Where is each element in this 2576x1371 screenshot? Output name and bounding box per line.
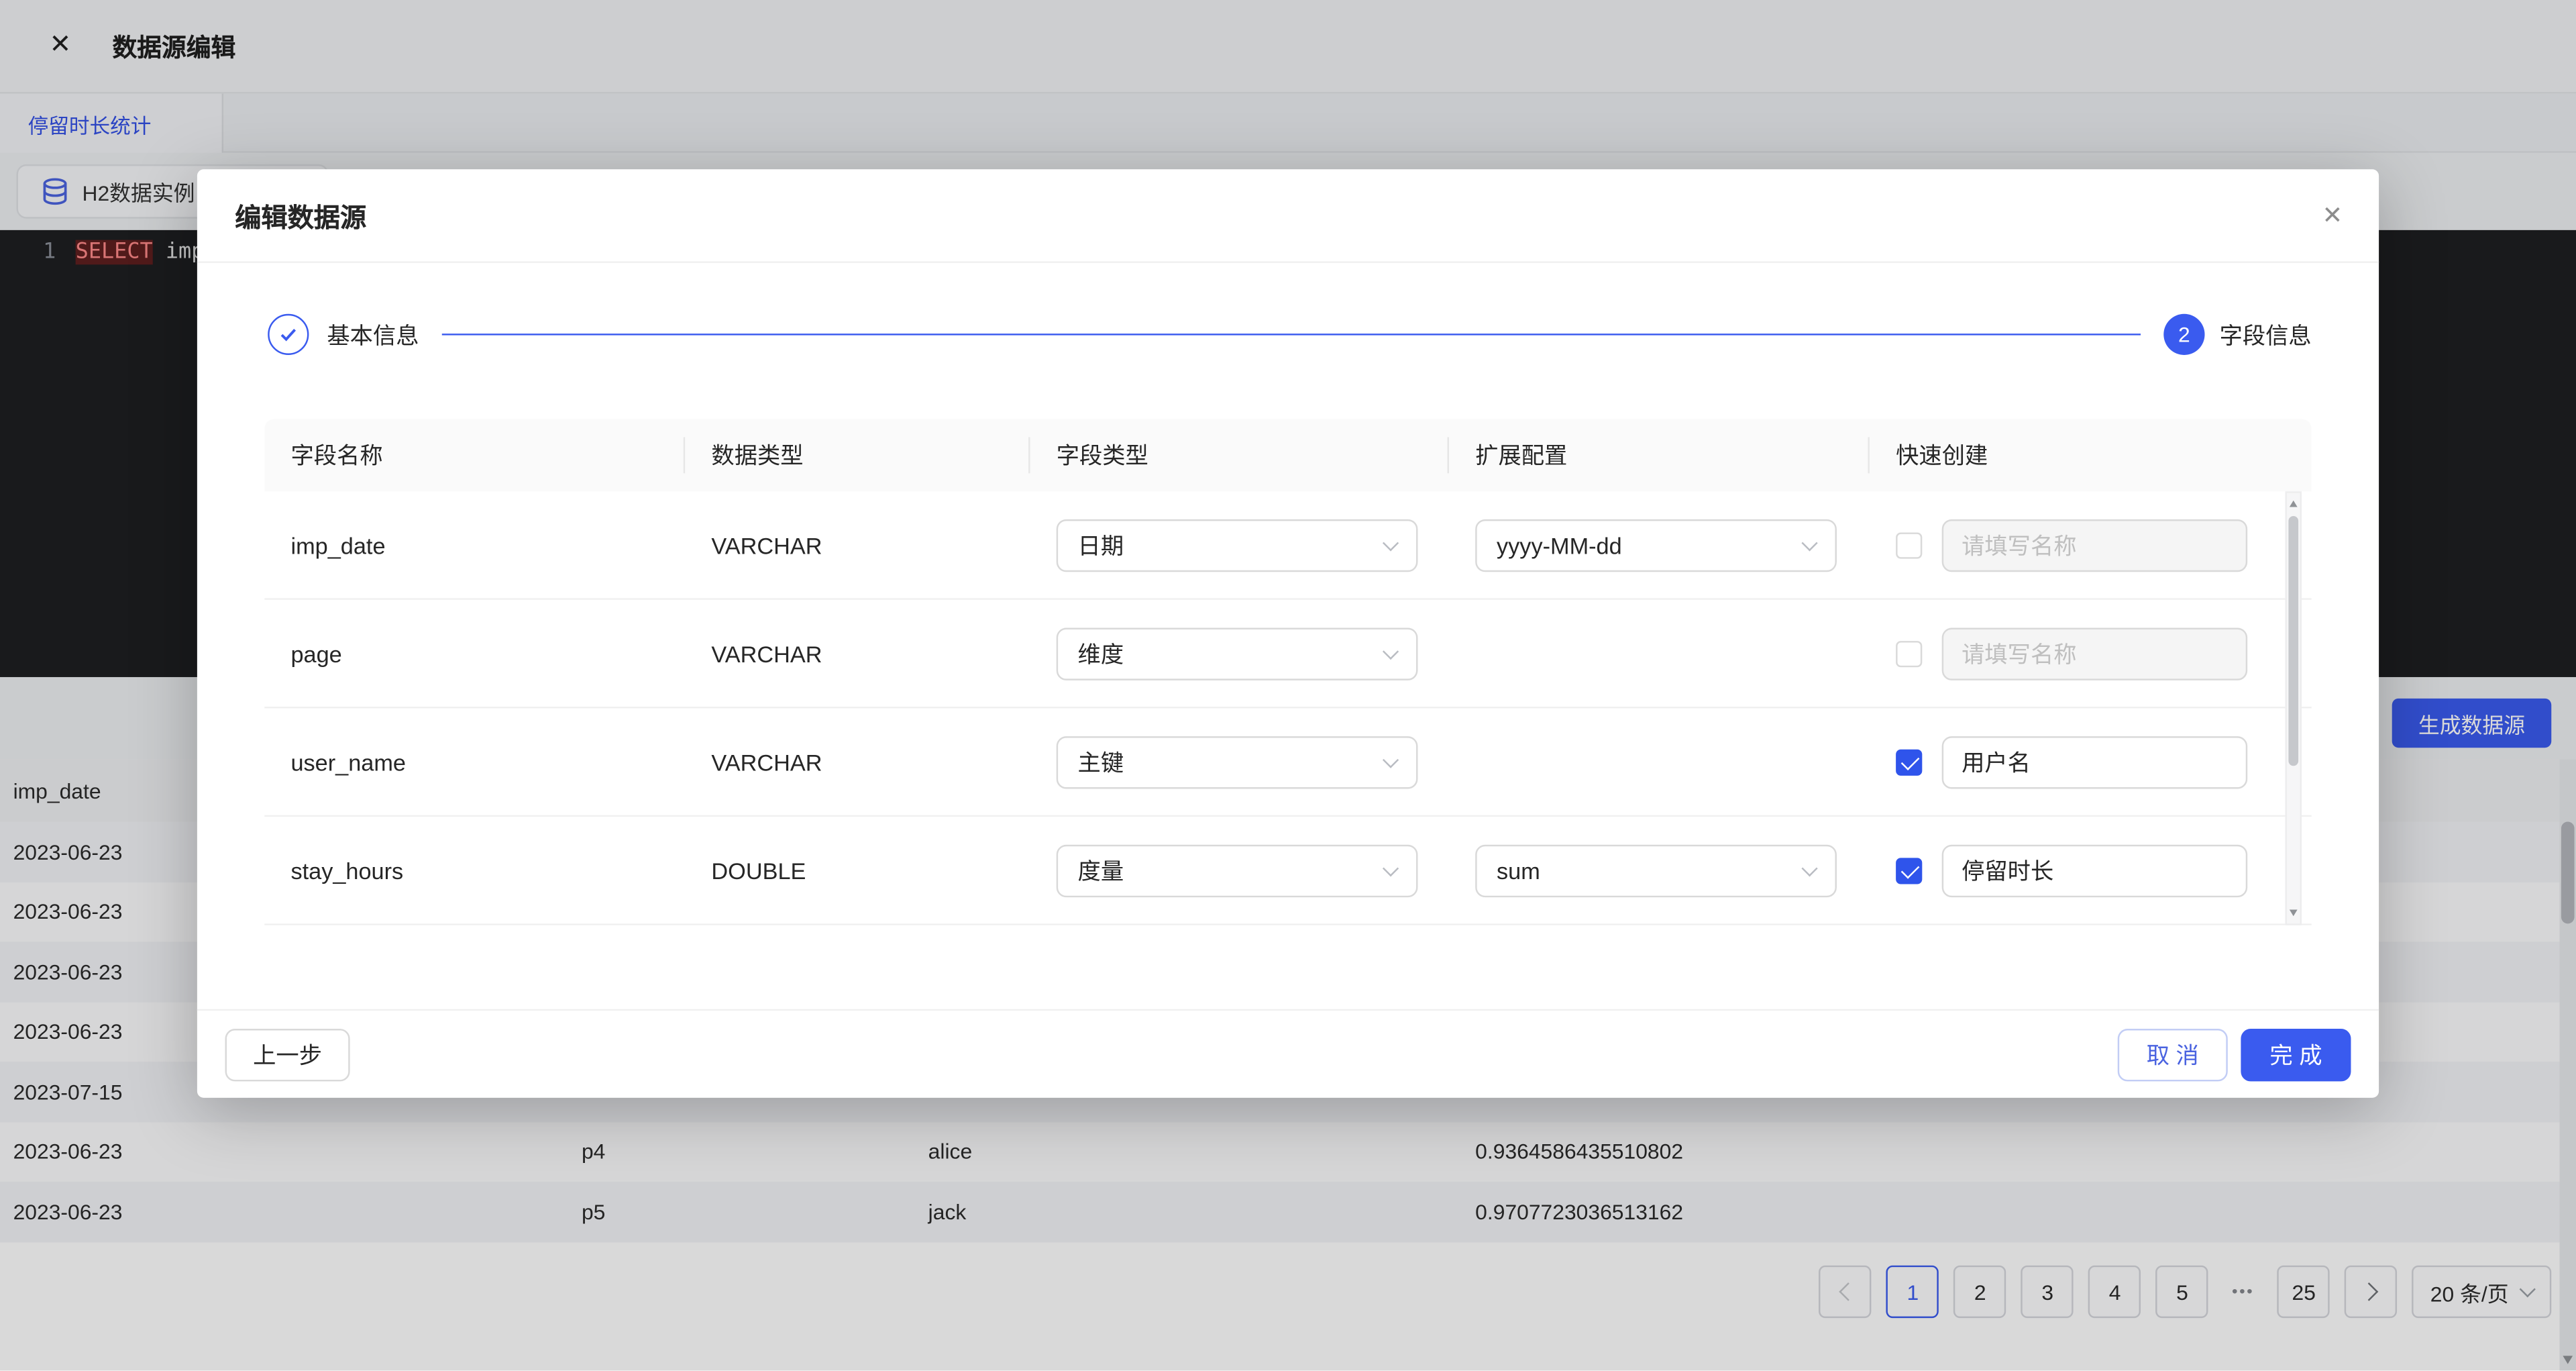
- step-connector-line: [442, 334, 2141, 335]
- ext-config-value: sum: [1497, 857, 1540, 883]
- chevron-down-icon: [1383, 751, 1399, 767]
- quick-name-input[interactable]: [1942, 519, 2248, 571]
- modal-footer: 上一步 取 消 完 成: [197, 1009, 2379, 1098]
- check-icon: [278, 323, 299, 345]
- chevron-down-icon: [1801, 860, 1817, 876]
- quick-create-checkbox[interactable]: [1896, 857, 1922, 883]
- step-title: 基本信息: [327, 318, 419, 351]
- field-row-user-name: user_name VARCHAR 主键: [264, 709, 2311, 817]
- close-icon[interactable]: ✕: [2322, 204, 2343, 229]
- field-type-select[interactable]: 日期: [1057, 519, 1418, 571]
- ext-config-select[interactable]: sum: [1475, 844, 1837, 897]
- column-header-quick-create: 快速创建: [1870, 419, 2312, 491]
- quick-name-input[interactable]: [1942, 844, 2248, 897]
- step-field-info[interactable]: 2 字段信息: [2163, 314, 2311, 355]
- field-type-value: 维度: [1078, 637, 1124, 670]
- step-finished-circle: [268, 314, 309, 355]
- chevron-down-icon: [1383, 643, 1399, 659]
- quick-name-input[interactable]: [1942, 735, 2248, 788]
- quick-name-input[interactable]: [1942, 627, 2248, 679]
- quick-create-checkbox[interactable]: [1896, 749, 1922, 775]
- screen: ✕ 数据源编辑 停留时长统计 H2数据实例 1 SELECT imp 生成数据源…: [0, 0, 2576, 1370]
- field-type-select[interactable]: 主键: [1057, 735, 1418, 788]
- table-scrollbar[interactable]: [2286, 491, 2302, 925]
- chevron-down-icon: [1383, 860, 1399, 876]
- step-number-circle: 2: [2163, 314, 2204, 355]
- data-type: VARCHAR: [685, 640, 1030, 666]
- field-table: 字段名称 数据类型 字段类型 扩展配置 快速创建 imp_date VARCHA…: [264, 419, 2311, 925]
- field-name: user_name: [264, 749, 685, 775]
- previous-step-button[interactable]: 上一步: [225, 1028, 350, 1080]
- quick-create-checkbox[interactable]: [1896, 531, 1922, 558]
- field-type-select[interactable]: 维度: [1057, 627, 1418, 679]
- column-header-field-name: 字段名称: [264, 419, 685, 491]
- steps-bar: 基本信息 2 字段信息: [268, 314, 2312, 355]
- modal-title: 编辑数据源: [235, 195, 366, 235]
- chevron-down-icon: [1383, 534, 1399, 550]
- data-type: VARCHAR: [685, 749, 1030, 775]
- finish-button[interactable]: 完 成: [2241, 1028, 2351, 1080]
- field-name: stay_hours: [264, 857, 685, 883]
- scrollbar-thumb[interactable]: [2288, 516, 2298, 766]
- data-type: VARCHAR: [685, 531, 1030, 558]
- chevron-down-icon: [1801, 534, 1817, 550]
- field-row-imp-date: imp_date VARCHAR 日期 yyyy-MM-dd: [264, 491, 2311, 600]
- field-row-page: page VARCHAR 维度: [264, 600, 2311, 709]
- scroll-down-icon[interactable]: [2289, 910, 2297, 917]
- field-table-header: 字段名称 数据类型 字段类型 扩展配置 快速创建: [264, 419, 2311, 491]
- column-header-data-type: 数据类型: [685, 419, 1030, 491]
- field-type-select[interactable]: 度量: [1057, 844, 1418, 897]
- scroll-up-icon[interactable]: [2289, 501, 2297, 507]
- field-type-value: 主键: [1078, 746, 1124, 778]
- modal-header: 编辑数据源: [197, 169, 2379, 263]
- data-type: DOUBLE: [685, 857, 1030, 883]
- cancel-button[interactable]: 取 消: [2118, 1028, 2228, 1080]
- edit-datasource-modal: 编辑数据源 ✕ 基本信息 2 字段信息 字段名称 数据类型 字: [197, 169, 2379, 1098]
- field-name: imp_date: [264, 531, 685, 558]
- ext-config-value: yyyy-MM-dd: [1497, 531, 1622, 558]
- column-header-ext-config: 扩展配置: [1449, 419, 1870, 491]
- column-header-field-type: 字段类型: [1030, 419, 1449, 491]
- field-row-stay-hours: stay_hours DOUBLE 度量 sum: [264, 817, 2311, 925]
- ext-config-select[interactable]: yyyy-MM-dd: [1475, 519, 1837, 571]
- quick-create-checkbox[interactable]: [1896, 640, 1922, 666]
- field-type-value: 日期: [1078, 528, 1124, 561]
- step-basic-info[interactable]: 基本信息: [268, 314, 419, 355]
- step-title: 字段信息: [2220, 318, 2312, 351]
- field-name: page: [264, 640, 685, 666]
- field-type-value: 度量: [1078, 854, 1124, 886]
